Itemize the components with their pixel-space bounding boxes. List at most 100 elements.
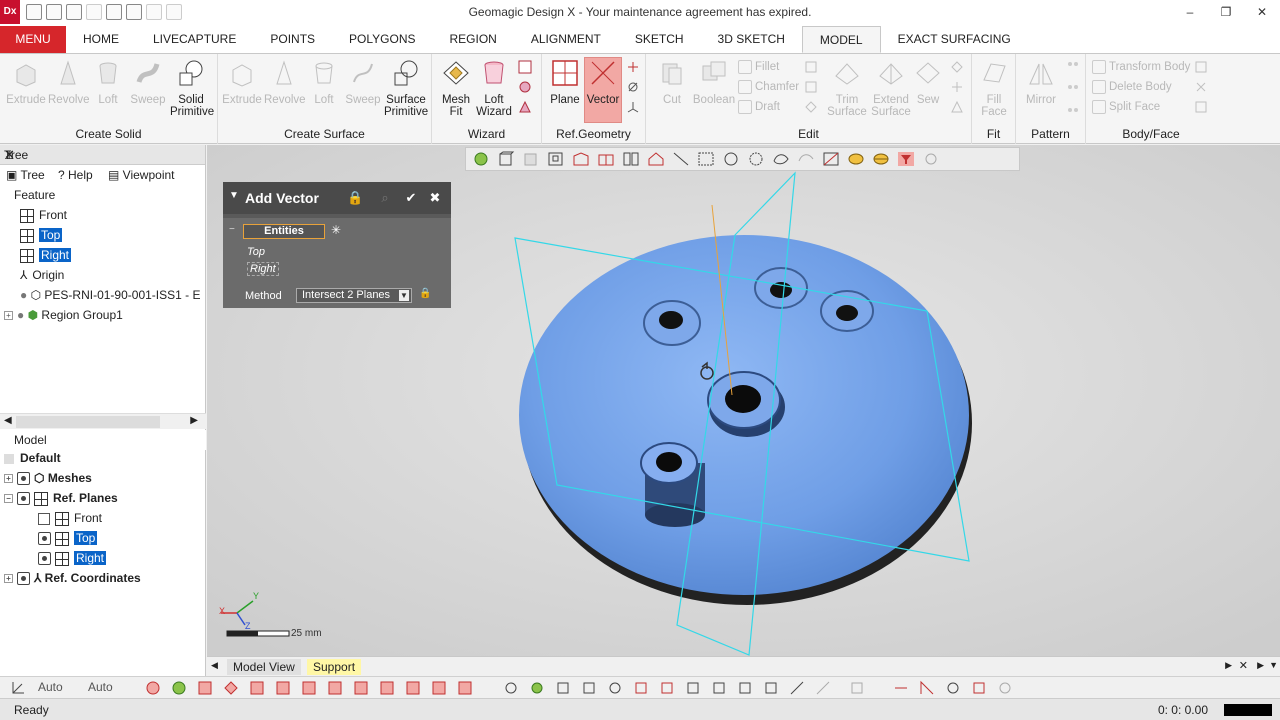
tab-polygons[interactable]: POLYGONS: [332, 26, 432, 53]
collapse-icon[interactable]: −: [4, 494, 13, 504]
snap-icon-8[interactable]: [685, 680, 701, 696]
subtab-viewpoint[interactable]: ▤ Viewpoint: [108, 168, 175, 182]
tab-livecapture[interactable]: LIVECAPTURE: [136, 26, 253, 53]
select-through-icon[interactable]: [872, 151, 890, 167]
coordinate-system-icon[interactable]: [10, 680, 26, 696]
snap-icon-1[interactable]: [503, 680, 519, 696]
tab-scroll-right-icon[interactable]: ▶: [1225, 660, 1232, 671]
trim-surface-button[interactable]: Trim Surface: [824, 58, 870, 118]
snap-icon-4[interactable]: [581, 680, 597, 696]
wizard-small-icon-3[interactable]: [518, 100, 532, 114]
solid-primitive-button[interactable]: Solid Primitive: [170, 58, 214, 118]
close-panel-icon[interactable]: ✕: [4, 147, 197, 163]
tab-3d-sketch[interactable]: 3D SKETCH: [701, 26, 802, 53]
snap-icon-2[interactable]: [529, 680, 545, 696]
delete-body-button[interactable]: Delete Body: [1092, 80, 1172, 94]
lock-icon[interactable]: 🔒: [347, 190, 363, 206]
snap-icon-7[interactable]: [659, 680, 675, 696]
plane-button[interactable]: Plane: [546, 58, 584, 106]
revolve-surface-button[interactable]: Revolve: [264, 58, 306, 106]
loft-surface-button[interactable]: Loft: [308, 58, 340, 106]
model-plane-top[interactable]: Top: [38, 528, 98, 548]
snap-icon-12[interactable]: [789, 680, 805, 696]
visibility-icon[interactable]: [17, 572, 30, 586]
snap-icon-5[interactable]: [607, 680, 623, 696]
tab-support[interactable]: Support: [307, 659, 362, 675]
display-icon[interactable]: [922, 151, 940, 167]
filter-curve-icon[interactable]: [353, 680, 369, 696]
edit-small-icon-5[interactable]: [950, 80, 964, 94]
tree-scrollbar[interactable]: ◀ ▶: [0, 413, 206, 429]
collapse-section-icon[interactable]: −: [229, 224, 235, 235]
filter-mesh-icon[interactable]: [145, 680, 161, 696]
filter-plane-icon[interactable]: [379, 680, 395, 696]
select-extension-icon[interactable]: [822, 151, 840, 167]
3d-viewport[interactable]: Y X Z 25 mm ▼ Add Vector 🔒 ⌕ ✔ ✖ − Entit…: [207, 145, 1280, 656]
edit-small-icon-1[interactable]: [804, 60, 818, 74]
body-small-icon-1[interactable]: [1194, 60, 1208, 74]
tree-item-origin[interactable]: ⅄ Origin: [20, 265, 64, 285]
revolve-solid-button[interactable]: Revolve: [48, 58, 90, 106]
pattern-small-icon-3[interactable]: [1066, 100, 1080, 114]
preview-icon[interactable]: ⌕: [377, 190, 393, 206]
snap-icon-9[interactable]: [711, 680, 727, 696]
axis-icon[interactable]: [626, 80, 640, 94]
scroll-right-icon[interactable]: ▶: [190, 415, 198, 426]
section-view-icon[interactable]: [572, 151, 590, 167]
wizard-small-icon-2[interactable]: [518, 80, 532, 94]
pattern-small-icon-1[interactable]: [1066, 60, 1080, 74]
extend-surface-button[interactable]: Extend Surface: [868, 58, 914, 118]
snap-icon-10[interactable]: [737, 680, 753, 696]
model-ref-coordinates[interactable]: + ⅄ Ref. Coordinates: [4, 568, 141, 588]
tab-menu[interactable]: MENU: [0, 26, 66, 53]
measure-icon-5[interactable]: [997, 680, 1013, 696]
filter-region-icon[interactable]: [171, 680, 187, 696]
expand-icon[interactable]: +: [4, 474, 13, 484]
filter-body-icon[interactable]: [301, 680, 317, 696]
expand-icon[interactable]: +: [4, 311, 13, 321]
body-small-icon-2[interactable]: [1194, 80, 1208, 94]
subtab-help[interactable]: ? Help: [58, 168, 93, 182]
clip-plane-icon[interactable]: [597, 151, 615, 167]
measure-icon-2[interactable]: [919, 680, 935, 696]
surface-primitive-button[interactable]: Surface Primitive: [384, 58, 428, 118]
entity-top[interactable]: Top: [247, 246, 265, 258]
expand-icon[interactable]: +: [4, 574, 13, 584]
home-view-icon[interactable]: [647, 151, 665, 167]
snap-icon-6[interactable]: [633, 680, 649, 696]
body-small-icon-3[interactable]: [1194, 100, 1208, 114]
tab-next-icon[interactable]: ▶: [1257, 660, 1264, 671]
loft-solid-button[interactable]: Loft: [92, 58, 124, 106]
fill-face-button[interactable]: Fill Face: [976, 58, 1012, 118]
subtab-tree[interactable]: ▣ Tree: [6, 168, 45, 182]
sweep-surface-button[interactable]: Sweep: [343, 58, 383, 106]
scroll-thumb[interactable]: [16, 416, 160, 428]
tree-item-mesh[interactable]: ● ⬡ PES-RNI-01-90-001-ISS1 - E: [20, 285, 200, 305]
view-globe-icon[interactable]: [472, 151, 490, 167]
model-plane-front[interactable]: Front: [38, 508, 102, 528]
visibility-checkbox[interactable]: [38, 512, 50, 525]
measure-icon-4[interactable]: [971, 680, 987, 696]
select-polygon-icon[interactable]: [747, 151, 765, 167]
filter-point-icon[interactable]: [431, 680, 447, 696]
chamfer-button[interactable]: Chamfer: [738, 80, 799, 94]
cut-button[interactable]: Cut: [654, 58, 690, 106]
mirror-button[interactable]: Mirror: [1022, 58, 1060, 106]
edit-small-icon-3[interactable]: [804, 100, 818, 114]
cancel-button[interactable]: ✖: [427, 190, 443, 206]
tree-item-top[interactable]: Top: [20, 225, 63, 245]
auto-select-1[interactable]: Auto: [38, 680, 63, 694]
visibility-icon[interactable]: [38, 552, 51, 566]
model-meshes[interactable]: + ⬡ Meshes: [4, 468, 92, 488]
chevron-down-icon[interactable]: ▼: [399, 290, 409, 301]
select-paint-icon[interactable]: [797, 151, 815, 167]
tab-home[interactable]: HOME: [66, 26, 136, 53]
tab-points[interactable]: POINTS: [253, 26, 332, 53]
method-lock-icon[interactable]: 🔒: [419, 288, 431, 299]
snap-icon-3[interactable]: [555, 680, 571, 696]
tab-sketch[interactable]: SKETCH: [618, 26, 701, 53]
model-default[interactable]: Default: [4, 448, 61, 468]
select-circle-icon[interactable]: [722, 151, 740, 167]
select-rect-icon[interactable]: [697, 151, 715, 167]
select-line-icon[interactable]: [672, 151, 690, 167]
